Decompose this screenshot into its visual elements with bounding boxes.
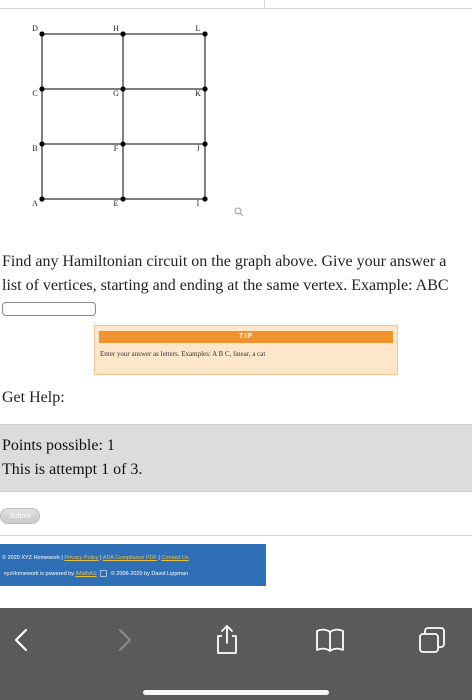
back-icon[interactable]	[4, 622, 40, 658]
points-possible: Points possible: 1	[2, 437, 115, 454]
ada-compliance-link[interactable]: ADA Compliance PDF	[103, 555, 157, 561]
footer-divider	[0, 535, 472, 536]
tip-text: Enter your answer as letters. Examples: …	[100, 350, 266, 358]
tip-box: TIP Enter your answer as letters. Exampl…	[94, 325, 398, 375]
external-link-icon	[100, 570, 108, 577]
footer-credit: © 2006-2020 by David Lippman	[110, 570, 189, 577]
question-line-2: list of vertices, starting and ending at…	[2, 277, 449, 294]
graph-vertex-C	[39, 86, 45, 92]
vertex-label-A: A	[32, 199, 38, 208]
vertex-label-G: G	[113, 89, 119, 98]
footer-line-1: © 2020 XYZ Homework | Privacy Policy | A…	[2, 555, 189, 561]
bookmarks-icon[interactable]	[312, 622, 348, 658]
vertex-label-F: F	[114, 144, 119, 153]
graph-vertex-H	[120, 31, 126, 37]
attempt-count: This is attempt 1 of 3.	[2, 461, 143, 478]
top-divider	[0, 8, 472, 9]
footer-copyright: © 2020 XYZ Homework	[2, 555, 60, 561]
answer-input[interactable]	[2, 302, 96, 316]
graph-vertex-E	[120, 196, 126, 202]
hamiltonian-graph: A B C D E F G H I J K L	[32, 24, 244, 217]
tabs-icon[interactable]	[414, 622, 450, 658]
footer-powered: xyzHomework is powered by	[4, 570, 74, 577]
vertex-label-E: E	[114, 199, 119, 208]
magnifier-icon[interactable]	[234, 207, 244, 217]
privacy-policy-link[interactable]: Privacy Policy	[64, 555, 98, 561]
vertex-label-D: D	[32, 24, 38, 33]
vertex-label-B: B	[32, 144, 37, 153]
contact-us-link[interactable]: Contact Us	[161, 555, 188, 561]
submit-button[interactable]: Submit	[0, 508, 40, 524]
graph-vertex-B	[39, 141, 45, 147]
graph-vertex-L	[202, 31, 208, 37]
vertex-label-J: J	[196, 144, 199, 153]
vertex-label-L: L	[196, 24, 201, 33]
graph-vertex-A	[39, 196, 45, 202]
graph-vertex-K	[202, 86, 208, 92]
vertex-label-K: K	[195, 89, 201, 98]
top-divider-tick	[264, 0, 265, 8]
graph-vertex-I	[202, 196, 208, 202]
question-text: Find any Hamiltonian circuit on the grap…	[2, 250, 472, 298]
get-help-label: Get Help:	[2, 389, 65, 406]
site-footer: © 2020 XYZ Homework | Privacy Policy | A…	[0, 544, 266, 586]
forward-icon[interactable]	[106, 622, 142, 658]
graph-vertex-D	[39, 31, 45, 37]
graph-vertex-F	[120, 141, 126, 147]
imathas-link[interactable]: IMathAS	[76, 571, 97, 577]
points-info: Points possible: 1 This is attempt 1 of …	[0, 424, 472, 492]
vertex-label-H: H	[113, 24, 119, 33]
tip-title: TIP	[99, 331, 393, 343]
home-indicator	[143, 690, 329, 695]
graph-vertex-G	[120, 86, 126, 92]
footer-line-2: xyzHomework is powered by IMathAS © 2006…	[4, 570, 188, 577]
question-line-1: Find any Hamiltonian circuit on the grap…	[2, 253, 447, 270]
share-icon[interactable]	[209, 622, 245, 658]
browser-toolbar	[0, 608, 472, 700]
vertex-label-I: I	[197, 199, 200, 208]
graph-vertex-J	[202, 141, 208, 147]
vertex-label-C: C	[32, 89, 37, 98]
